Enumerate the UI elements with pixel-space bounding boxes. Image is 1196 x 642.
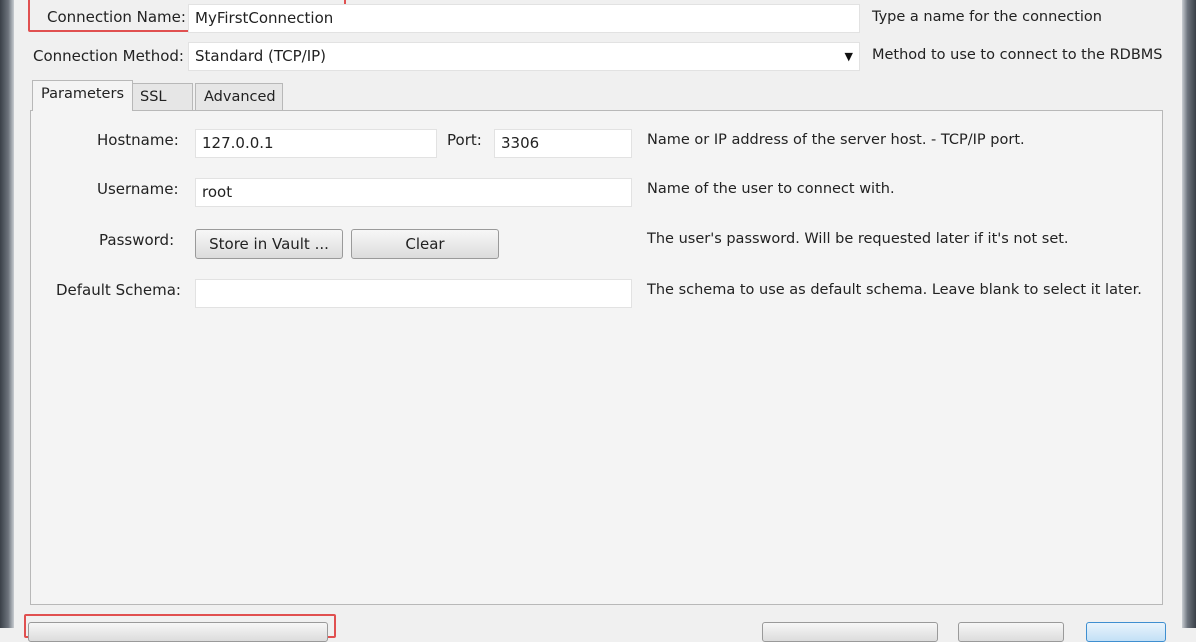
tab-parameters[interactable]: Parameters — [32, 80, 133, 111]
port-input[interactable]: 3306 — [494, 129, 632, 158]
parameters-panel: Hostname: 127.0.0.1 Port: 3306 Name or I… — [30, 110, 1163, 605]
connection-name-label: Connection Name: — [47, 8, 186, 26]
tab-advanced[interactable]: Advanced — [195, 83, 283, 111]
default-schema-label: Default Schema: — [56, 281, 181, 299]
clear-password-label: Clear — [405, 235, 445, 253]
cancel-button[interactable] — [958, 622, 1064, 642]
hostname-value: 127.0.0.1 — [202, 134, 274, 152]
username-label: Username: — [97, 180, 179, 198]
connection-method-value: Standard (TCP/IP) — [195, 47, 327, 65]
clear-password-button[interactable]: Clear — [351, 229, 499, 259]
connection-dialog: Connection Name: MyFirstConnection Type … — [14, 0, 1182, 642]
hostname-label: Hostname: — [97, 131, 179, 149]
default-schema-hint: The schema to use as default schema. Lea… — [647, 282, 1142, 298]
connection-name-hint: Type a name for the connection — [872, 9, 1102, 25]
tab-ssl[interactable]: SSL — [131, 83, 193, 111]
connection-method-label: Connection Method: — [33, 47, 184, 65]
port-label: Port: — [447, 131, 482, 149]
connection-method-hint: Method to use to connect to the RDBMS — [872, 47, 1163, 63]
username-value: root — [202, 183, 233, 201]
tab-ssl-label: SSL — [140, 89, 167, 105]
test-connection-button[interactable] — [762, 622, 938, 642]
password-label: Password: — [99, 231, 175, 249]
tab-advanced-label: Advanced — [204, 89, 276, 105]
username-input[interactable]: root — [195, 178, 632, 207]
connection-name-input[interactable]: MyFirstConnection — [188, 4, 860, 33]
chevron-down-icon[interactable]: ▼ — [845, 43, 853, 70]
store-in-vault-button[interactable]: Store in Vault ... — [195, 229, 343, 259]
tab-parameters-label: Parameters — [41, 86, 124, 102]
hostname-hint: Name or IP address of the server host. -… — [647, 132, 1025, 148]
connection-name-value: MyFirstConnection — [195, 9, 334, 27]
store-in-vault-label: Store in Vault ... — [209, 235, 329, 253]
ok-button[interactable] — [1086, 622, 1166, 642]
background-right-edge — [1182, 0, 1196, 628]
background-left-edge — [0, 0, 14, 628]
configure-server-management-button[interactable] — [28, 622, 328, 642]
password-hint: The user's password. Will be requested l… — [647, 231, 1069, 247]
hostname-input[interactable]: 127.0.0.1 — [195, 129, 437, 158]
port-value: 3306 — [501, 134, 540, 152]
connection-method-select[interactable]: Standard (TCP/IP) ▼ — [188, 42, 860, 71]
default-schema-input[interactable] — [195, 279, 632, 308]
username-hint: Name of the user to connect with. — [647, 181, 895, 197]
